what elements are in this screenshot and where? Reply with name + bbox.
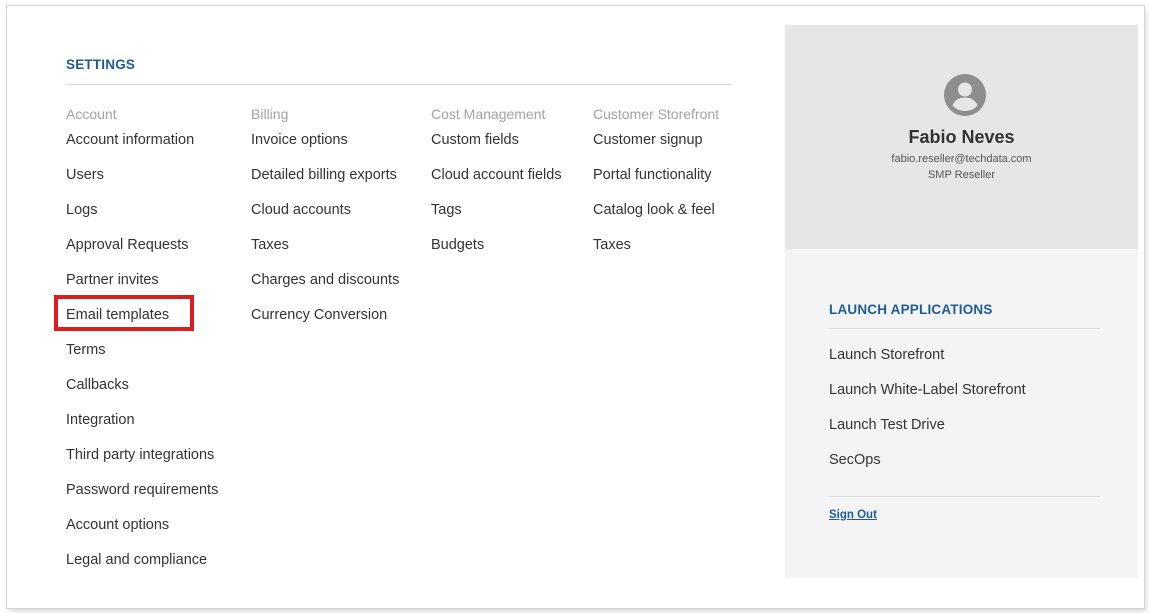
settings-link-logs[interactable]: Logs bbox=[66, 194, 218, 229]
settings-link-callbacks[interactable]: Callbacks bbox=[66, 369, 218, 404]
settings-link-catalog-look-and-feel[interactable]: Catalog look & feel bbox=[593, 194, 719, 229]
settings-link-account-options[interactable]: Account options bbox=[66, 509, 218, 544]
settings-column-cost-management: Cost Management Custom fields Cloud acco… bbox=[431, 104, 562, 264]
user-role: SMP Reseller bbox=[927, 169, 996, 181]
column-header-customer-storefront: Customer Storefront bbox=[593, 106, 720, 122]
settings-link-integration[interactable]: Integration bbox=[66, 404, 218, 439]
user-email: fabio.reseller@techdata.com bbox=[891, 153, 1032, 165]
sign-out-divider bbox=[829, 496, 1100, 497]
column-header-billing: Billing bbox=[251, 106, 289, 122]
settings-link-currency-conversion[interactable]: Currency Conversion bbox=[251, 299, 399, 334]
settings-link-billing-taxes[interactable]: Taxes bbox=[251, 229, 399, 264]
settings-link-charges-and-discounts[interactable]: Charges and discounts bbox=[251, 264, 399, 299]
settings-link-terms[interactable]: Terms bbox=[66, 334, 218, 369]
settings-link-budgets[interactable]: Budgets bbox=[431, 229, 562, 264]
settings-column-customer-storefront: Customer Storefront Customer signup Port… bbox=[593, 104, 719, 264]
column-header-account: Account bbox=[66, 106, 117, 122]
settings-link-account-information[interactable]: Account information bbox=[66, 124, 218, 159]
settings-link-approval-requests[interactable]: Approval Requests bbox=[66, 229, 218, 264]
settings-link-customer-signup[interactable]: Customer signup bbox=[593, 124, 719, 159]
settings-link-legal-and-compliance[interactable]: Legal and compliance bbox=[66, 544, 218, 579]
settings-column-billing: Billing Invoice options Detailed billing… bbox=[251, 104, 399, 334]
settings-heading: SETTINGS bbox=[66, 57, 136, 72]
settings-link-users[interactable]: Users bbox=[66, 159, 218, 194]
user-profile-card: Fabio Neves fabio.reseller@techdata.com … bbox=[785, 25, 1138, 249]
settings-link-cloud-accounts[interactable]: Cloud accounts bbox=[251, 194, 399, 229]
user-avatar-icon bbox=[943, 73, 987, 117]
sign-out-link[interactable]: Sign Out bbox=[829, 509, 877, 521]
secops-link[interactable]: SecOps bbox=[829, 444, 1026, 479]
launch-storefront-link[interactable]: Launch Storefront bbox=[829, 339, 1026, 374]
settings-link-custom-fields[interactable]: Custom fields bbox=[431, 124, 562, 159]
settings-link-third-party-integrations[interactable]: Third party integrations bbox=[66, 439, 218, 474]
settings-link-tags[interactable]: Tags bbox=[431, 194, 562, 229]
settings-link-storefront-taxes[interactable]: Taxes bbox=[593, 229, 719, 264]
highlight-annotation-box bbox=[54, 295, 194, 331]
settings-link-invoice-options[interactable]: Invoice options bbox=[251, 124, 399, 159]
launch-applications-panel: LAUNCH APPLICATIONS Launch Storefront La… bbox=[785, 249, 1138, 578]
settings-link-detailed-billing-exports[interactable]: Detailed billing exports bbox=[251, 159, 399, 194]
settings-column-account: Account Account information Users Logs A… bbox=[66, 104, 218, 579]
launch-divider bbox=[829, 328, 1100, 329]
launch-white-label-storefront-link[interactable]: Launch White-Label Storefront bbox=[829, 374, 1026, 409]
settings-link-password-requirements[interactable]: Password requirements bbox=[66, 474, 218, 509]
user-name: Fabio Neves bbox=[908, 127, 1015, 147]
settings-link-partner-invites[interactable]: Partner invites bbox=[66, 264, 218, 299]
settings-divider bbox=[66, 84, 732, 85]
launch-applications-list: Launch Storefront Launch White-Label Sto… bbox=[829, 339, 1026, 479]
launch-test-drive-link[interactable]: Launch Test Drive bbox=[829, 409, 1026, 444]
settings-link-portal-functionality[interactable]: Portal functionality bbox=[593, 159, 719, 194]
column-header-cost-management: Cost Management bbox=[431, 106, 546, 122]
launch-applications-heading: LAUNCH APPLICATIONS bbox=[829, 302, 993, 317]
settings-link-cloud-account-fields[interactable]: Cloud account fields bbox=[431, 159, 562, 194]
